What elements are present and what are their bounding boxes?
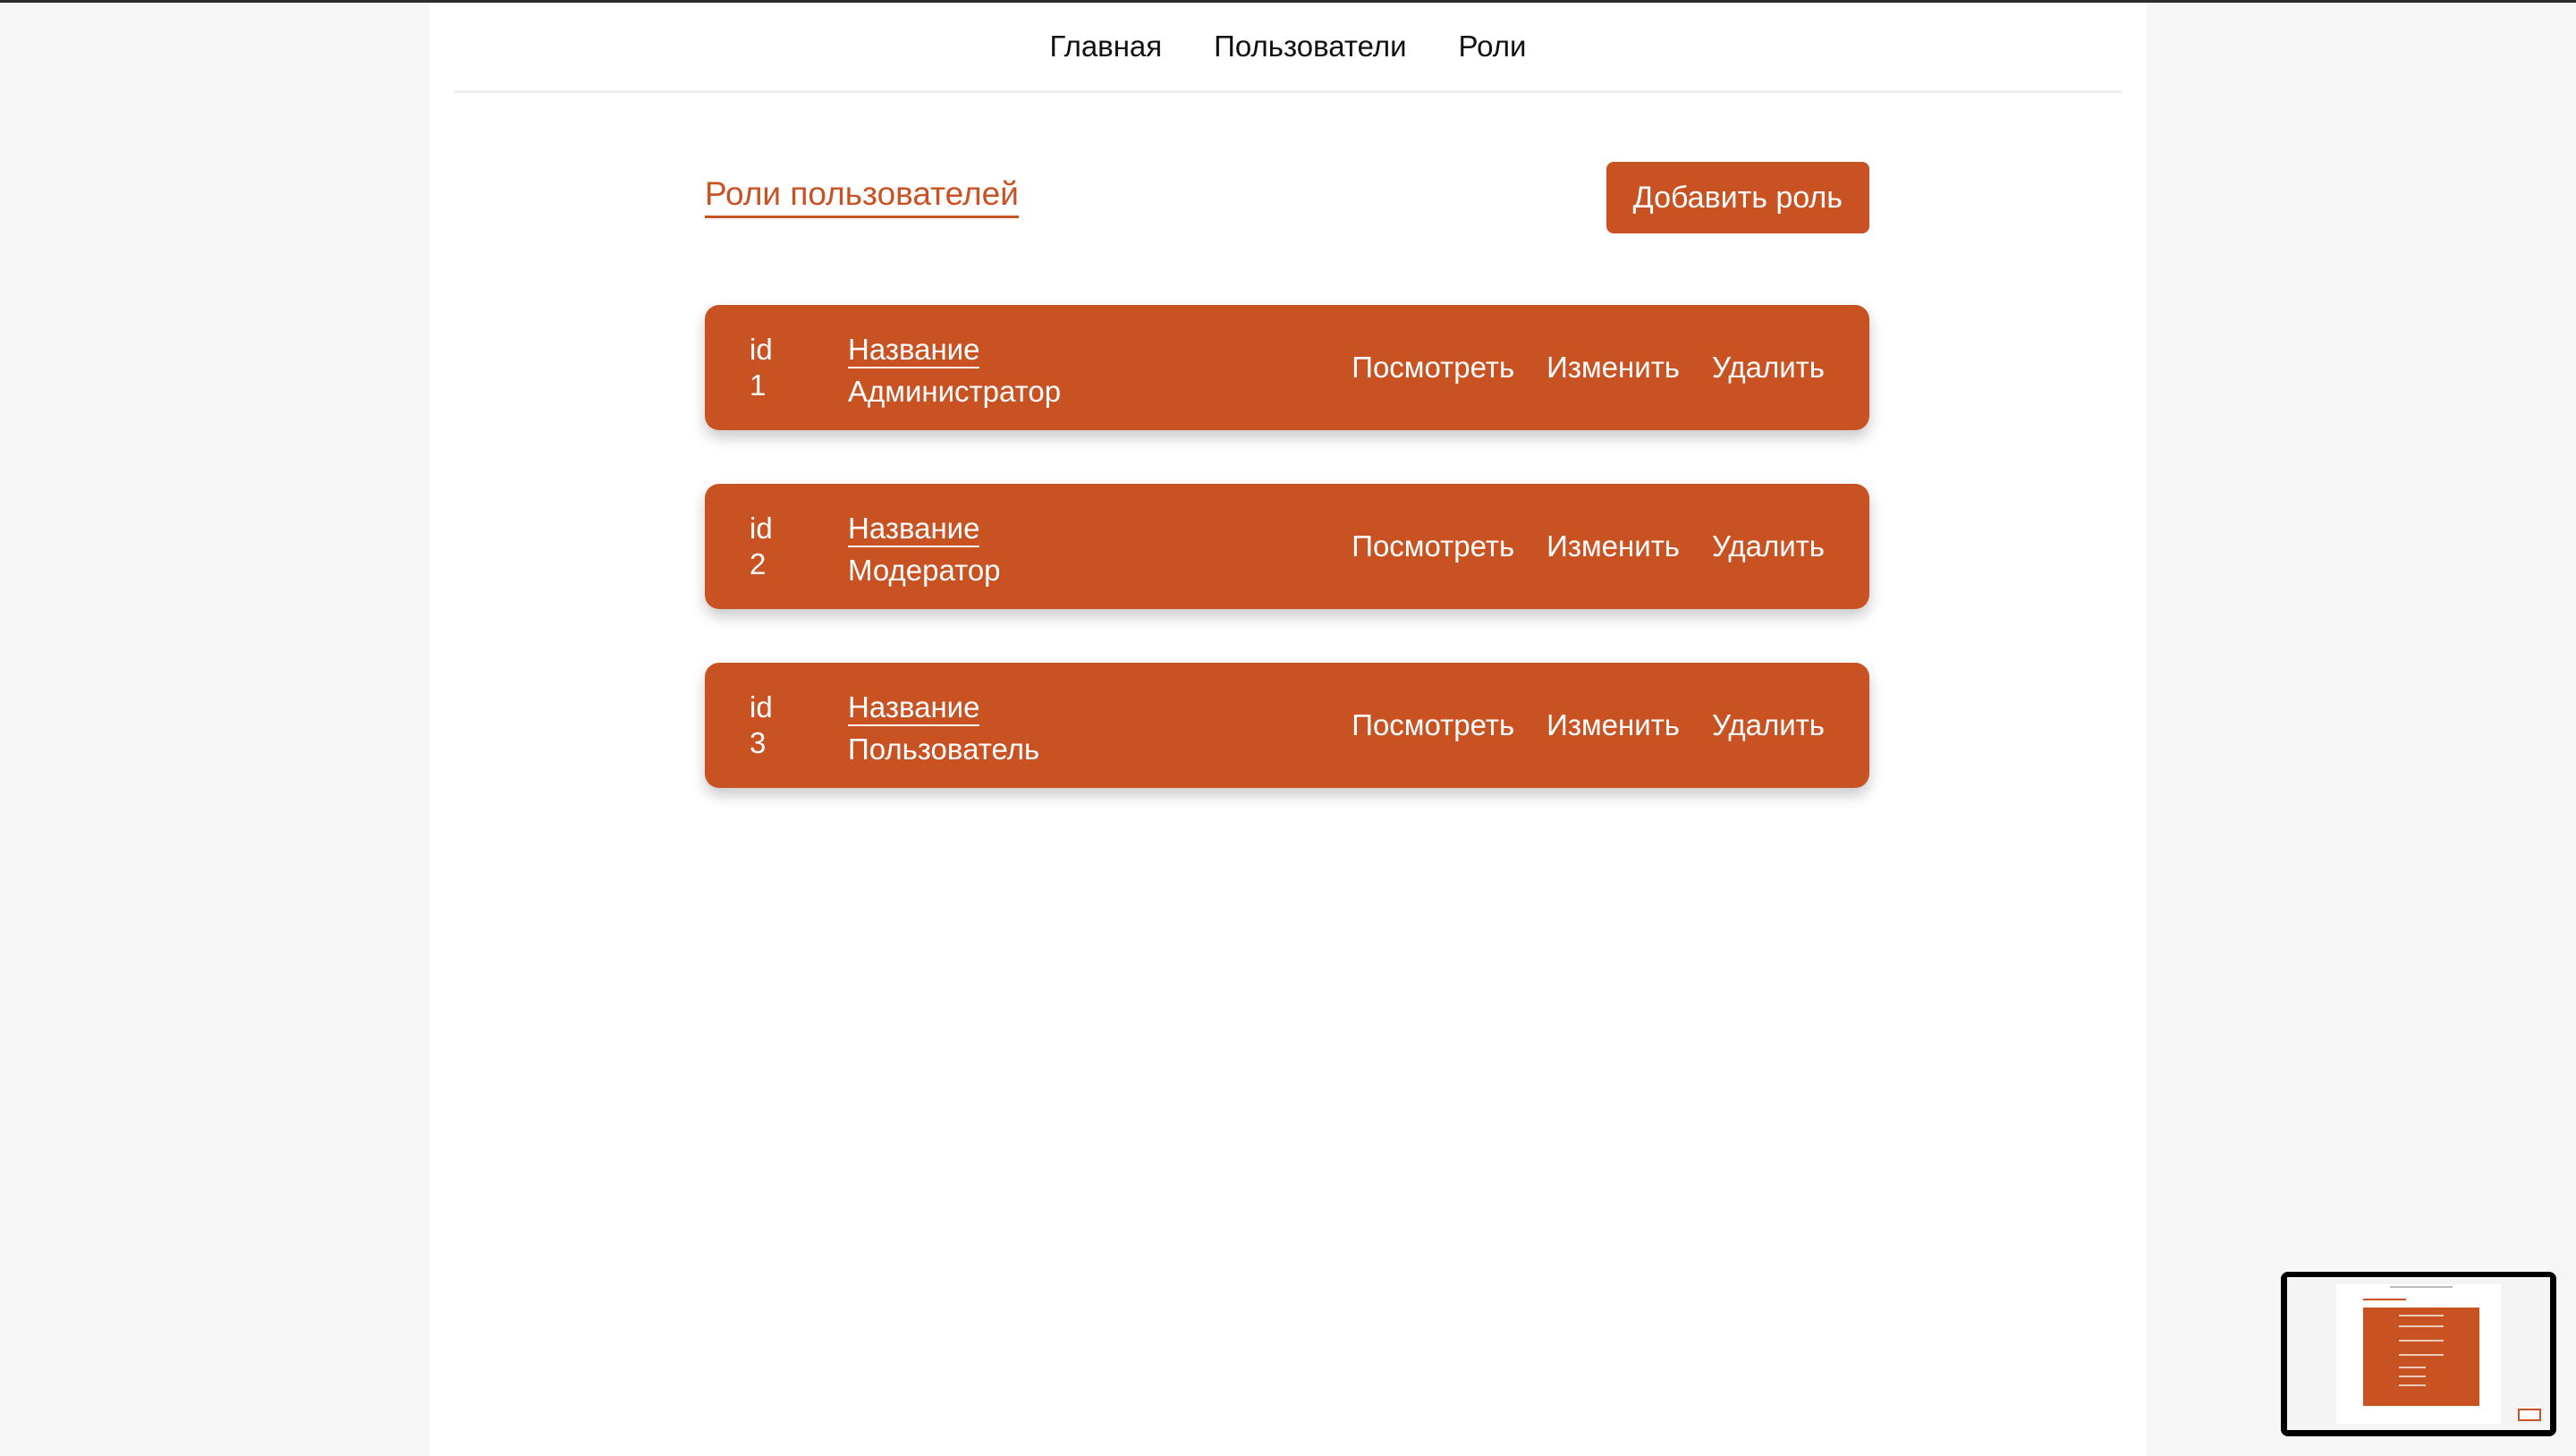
preview-line bbox=[2399, 1325, 2444, 1327]
role-id-value: 2 bbox=[750, 547, 767, 580]
role-name-label: Название bbox=[848, 333, 980, 368]
role-name-label: Название bbox=[848, 512, 980, 547]
preview-line bbox=[2399, 1367, 2426, 1368]
role-card: id 3 Название Пользователь Посмотреть Из… bbox=[705, 663, 1869, 788]
screen-preview-thumbnail[interactable] bbox=[2281, 1272, 2556, 1436]
preview-line bbox=[2399, 1376, 2426, 1377]
role-id-value: 1 bbox=[750, 368, 767, 402]
nav-link-users[interactable]: Пользователи bbox=[1214, 30, 1406, 63]
delete-role-link[interactable]: Удалить bbox=[1712, 708, 1825, 742]
nav-link-home[interactable]: Главная bbox=[1050, 30, 1163, 63]
role-id-label: id bbox=[750, 690, 773, 724]
role-id-label: id bbox=[750, 333, 773, 366]
role-id: id 1 bbox=[750, 332, 773, 403]
preview-line bbox=[2399, 1315, 2444, 1316]
edit-role-link[interactable]: Изменить bbox=[1546, 529, 1680, 563]
role-id-label: id bbox=[750, 512, 773, 545]
view-role-link[interactable]: Посмотреть bbox=[1352, 529, 1514, 563]
role-name-value: Администратор bbox=[848, 375, 1062, 408]
page-header: Роли пользователей Добавить роль bbox=[705, 162, 1869, 237]
page-content: Главная Пользователи Роли Роли пользоват… bbox=[429, 3, 2147, 1456]
add-role-button[interactable]: Добавить роль bbox=[1606, 162, 1869, 233]
role-name: Название Пользователь bbox=[848, 690, 1039, 767]
role-name-value: Модератор bbox=[848, 554, 1001, 587]
preview-page bbox=[2336, 1284, 2501, 1424]
role-id-value: 3 bbox=[750, 726, 767, 759]
role-list: id 1 Название Администратор Посмотреть И… bbox=[705, 305, 1869, 842]
role-card: id 1 Название Администратор Посмотреть И… bbox=[705, 305, 1869, 430]
edit-role-link[interactable]: Изменить bbox=[1546, 351, 1680, 385]
preview-card bbox=[2363, 1308, 2479, 1406]
nav-link-roles[interactable]: Роли bbox=[1459, 30, 1527, 63]
edit-role-link[interactable]: Изменить bbox=[1546, 708, 1680, 742]
preview-title bbox=[2363, 1299, 2406, 1300]
delete-role-link[interactable]: Удалить bbox=[1712, 529, 1825, 563]
page-title: Роли пользователей bbox=[705, 174, 1019, 218]
role-id: id 2 bbox=[750, 511, 773, 582]
role-actions: Посмотреть Изменить Удалить bbox=[1352, 484, 1825, 609]
preview-expand-icon[interactable] bbox=[2518, 1409, 2541, 1421]
preview-line bbox=[2399, 1354, 2444, 1356]
preview-line bbox=[2399, 1340, 2444, 1342]
role-name: Название Администратор bbox=[848, 332, 1061, 410]
view-role-link[interactable]: Посмотреть bbox=[1352, 708, 1514, 742]
role-actions: Посмотреть Изменить Удалить bbox=[1352, 663, 1825, 788]
main-navigation: Главная Пользователи Роли bbox=[454, 3, 2122, 93]
view-role-link[interactable]: Посмотреть bbox=[1352, 351, 1514, 385]
role-name-label: Название bbox=[848, 690, 980, 726]
role-name: Название Модератор bbox=[848, 511, 1001, 588]
role-id: id 3 bbox=[750, 690, 773, 761]
delete-role-link[interactable]: Удалить bbox=[1712, 351, 1825, 385]
role-actions: Посмотреть Изменить Удалить bbox=[1352, 305, 1825, 430]
role-name-value: Пользователь bbox=[848, 732, 1040, 766]
preview-nav bbox=[2390, 1286, 2453, 1288]
preview-line bbox=[2399, 1384, 2426, 1386]
preview-screen bbox=[2287, 1277, 2550, 1430]
role-card: id 2 Название Модератор Посмотреть Измен… bbox=[705, 484, 1869, 609]
